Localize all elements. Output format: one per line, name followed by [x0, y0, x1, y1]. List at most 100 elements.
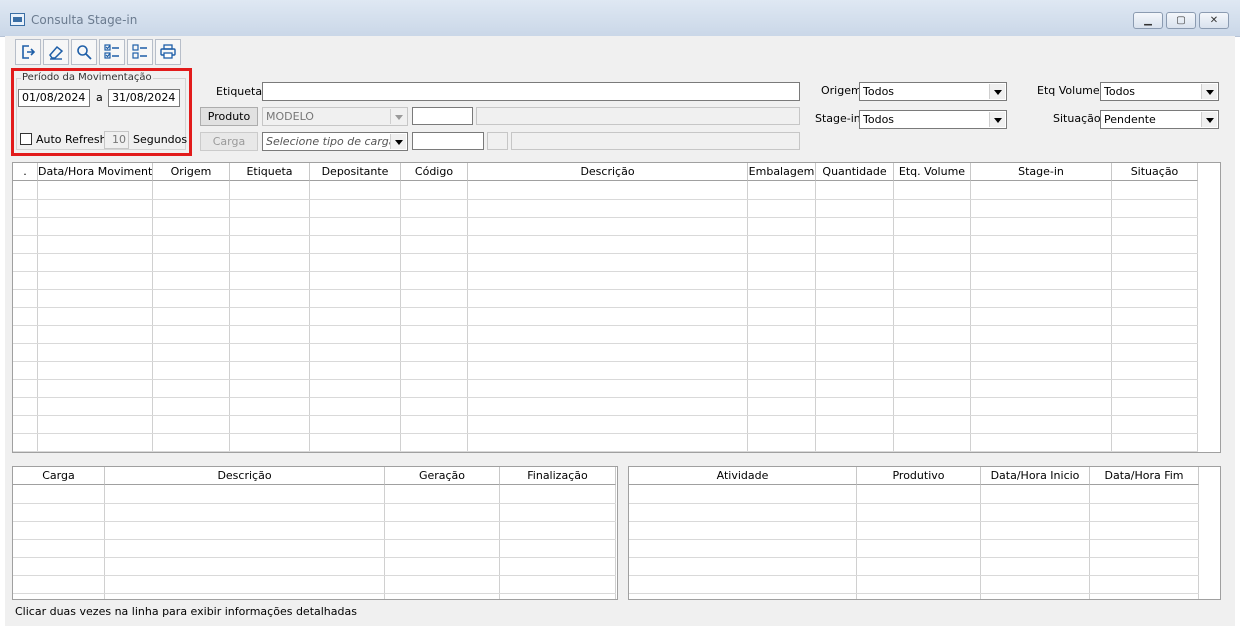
produto-button[interactable]: Produto: [200, 107, 258, 126]
chevron-down-icon: [989, 112, 1005, 127]
column-header[interactable]: Etq. Volume: [894, 163, 971, 181]
carga-button[interactable]: Carga: [200, 132, 258, 151]
column-divider: [747, 181, 748, 452]
column-divider: [1197, 181, 1198, 452]
carga-type-placeholder: Selecione tipo de carga: [266, 135, 396, 148]
chevron-down-icon: [1201, 84, 1217, 99]
column-divider: [893, 181, 894, 452]
chevron-down-icon: [1201, 112, 1217, 127]
column-header[interactable]: Atividade: [629, 467, 857, 485]
table-row-divider: [13, 199, 1198, 200]
table-row-divider: [13, 379, 1198, 380]
etq-volumes-value: Todos: [1104, 85, 1136, 98]
column-header[interactable]: Geração: [385, 467, 500, 485]
situacao-label: Situação: [1053, 112, 1101, 125]
close-button[interactable]: ✕: [1199, 12, 1229, 29]
clear-button[interactable]: [43, 39, 69, 65]
search-button[interactable]: [71, 39, 97, 65]
date-from-input[interactable]: 01/08/2024: [18, 89, 90, 107]
etiqueta-label: Etiqueta: [216, 85, 263, 98]
column-header[interactable]: Origem: [153, 163, 230, 181]
origem-value: Todos: [863, 85, 895, 98]
column-header[interactable]: Embalagem: [748, 163, 816, 181]
exit-icon: [22, 45, 36, 59]
column-header[interactable]: Descrição: [105, 467, 385, 485]
window-titlebar[interactable]: Consulta Stage-in ▁ ▢ ✕: [0, 0, 1240, 37]
column-header[interactable]: Stage-in: [971, 163, 1112, 181]
origem-combo[interactable]: Todos: [859, 82, 1007, 101]
table-row-divider: [13, 307, 1198, 308]
window-title: Consulta Stage-in: [31, 13, 138, 27]
status-hint: Clicar duas vezes na linha para exibir i…: [15, 605, 357, 618]
maximize-button[interactable]: ▢: [1166, 12, 1196, 29]
etq-volumes-label: Etq Volumes: [1037, 84, 1106, 97]
produto-combo[interactable]: MODELO: [262, 107, 408, 126]
origem-label: Origem: [821, 84, 862, 97]
movements-grid[interactable]: . Data/Hora Movimento Origem Etiqueta Deposi…: [12, 162, 1221, 453]
situacao-value: Pendente: [1104, 113, 1156, 126]
stagein-combo[interactable]: Todos: [859, 110, 1007, 129]
table-row-divider: [13, 415, 1198, 416]
date-to-input[interactable]: 31/08/2024: [108, 89, 180, 107]
minimize-icon: ▁: [1144, 15, 1152, 26]
column-divider: [1111, 181, 1112, 452]
column-divider: [152, 181, 153, 452]
stagein-label: Stage-in: [815, 112, 861, 125]
column-divider: [815, 181, 816, 452]
table-row-divider: [13, 271, 1198, 272]
etq-volumes-combo[interactable]: Todos: [1100, 82, 1219, 101]
period-title: Período da Movimentação: [21, 72, 153, 83]
table-row-divider: [13, 217, 1198, 218]
table-row-divider: [13, 397, 1198, 398]
table-row-divider: [629, 503, 1199, 504]
table-row-divider: [13, 325, 1198, 326]
refresh-interval-input[interactable]: 10: [104, 131, 129, 149]
table-row-divider: [13, 539, 616, 540]
column-header[interactable]: Data/Hora Fim: [1090, 467, 1199, 485]
auto-refresh-checkbox[interactable]: [20, 133, 32, 145]
checklist-icon: [104, 44, 119, 59]
table-row-divider: [13, 575, 616, 576]
column-divider: [37, 181, 38, 452]
carga-code-input[interactable]: [412, 132, 484, 150]
table-row-divider: [13, 503, 616, 504]
situacao-combo[interactable]: Pendente: [1100, 110, 1219, 129]
column-header[interactable]: Carga: [13, 467, 105, 485]
column-header[interactable]: Depositante: [310, 163, 401, 181]
column-header[interactable]: Etiqueta: [230, 163, 310, 181]
chevron-down-icon: [390, 109, 406, 124]
produto-value: MODELO: [266, 110, 314, 123]
table-row-divider: [13, 253, 1198, 254]
carga-type-combo[interactable]: Selecione tipo de carga: [262, 132, 408, 151]
carga-flag-input: [487, 132, 508, 150]
list-button[interactable]: [127, 39, 153, 65]
column-header[interactable]: Quantidade: [816, 163, 894, 181]
column-divider: [229, 181, 230, 452]
column-header[interactable]: Finalização: [500, 467, 616, 485]
column-header[interactable]: Descrição: [468, 163, 748, 181]
column-header[interactable]: Data/Hora Inicio: [981, 467, 1090, 485]
stagein-value: Todos: [863, 113, 895, 126]
etiqueta-input[interactable]: [262, 82, 800, 101]
auto-refresh-label: Auto Refresh: [36, 133, 107, 146]
produto-description-input: [476, 107, 800, 125]
carga-grid[interactable]: Carga Descrição Geração Finalização: [12, 466, 618, 600]
table-row-divider: [13, 289, 1198, 290]
produto-code-input[interactable]: [412, 107, 473, 125]
column-header[interactable]: .: [13, 163, 38, 181]
table-row-divider: [13, 235, 1198, 236]
chevron-down-icon: [989, 84, 1005, 99]
atividade-grid[interactable]: Atividade Produtivo Data/Hora Inicio Data/H…: [628, 466, 1221, 600]
column-header[interactable]: Produtivo: [857, 467, 981, 485]
minimize-button[interactable]: ▁: [1133, 12, 1163, 29]
column-header[interactable]: Código: [401, 163, 468, 181]
maximize-icon: ▢: [1176, 15, 1186, 26]
print-button[interactable]: [155, 39, 181, 65]
table-row-divider: [13, 593, 616, 594]
table-row-divider: [629, 575, 1199, 576]
check-list-button[interactable]: [99, 39, 125, 65]
column-header[interactable]: Data/Hora Movimento: [38, 163, 153, 181]
column-header[interactable]: Situação: [1112, 163, 1198, 181]
exit-button[interactable]: [15, 39, 41, 65]
table-row-divider: [13, 557, 616, 558]
